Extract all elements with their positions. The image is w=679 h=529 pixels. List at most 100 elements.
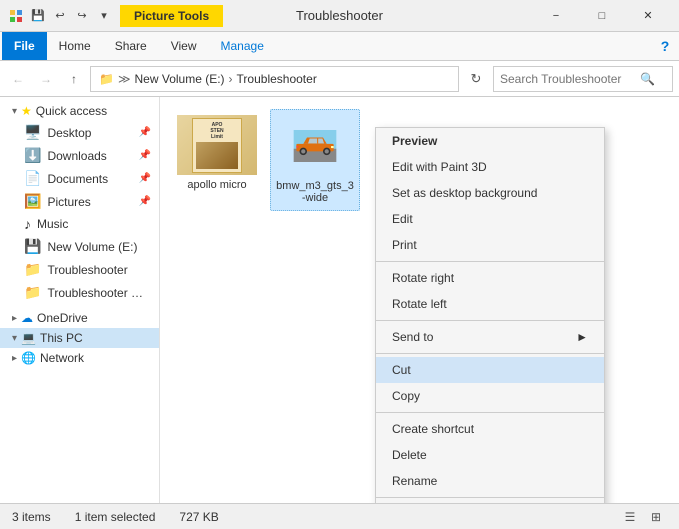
ctx-edit-paint3d[interactable]: Edit with Paint 3D	[376, 154, 604, 180]
back-button[interactable]: ←	[6, 67, 30, 91]
path-separator1: ≫	[118, 72, 131, 86]
ctx-rename-label: Rename	[392, 474, 437, 488]
undo-icon[interactable]: ↩	[52, 8, 68, 24]
title-bar-icons: 💾 ↩ ↪ ▾	[8, 8, 112, 24]
ctx-divider5	[376, 497, 604, 498]
sidebar-item-troubleshooter[interactable]: 📁 Troubleshooter	[0, 258, 159, 281]
ctx-send-to[interactable]: Send to ►	[376, 324, 604, 350]
ctx-send-to-label: Send to	[392, 330, 433, 344]
close-button[interactable]: ✕	[625, 0, 671, 32]
sidebar-downloads-label: Downloads	[47, 149, 106, 163]
refresh-button[interactable]: ↻	[463, 66, 489, 92]
redo-icon[interactable]: ↪	[74, 8, 90, 24]
ctx-divider4	[376, 412, 604, 413]
dropdown-icon[interactable]: ▾	[96, 8, 112, 24]
ribbon-tabs: File Home Share View Manage ?	[0, 32, 679, 60]
ctx-rotate-left[interactable]: Rotate left	[376, 291, 604, 317]
path-folder-icon: 📁	[99, 72, 114, 86]
ctx-preview[interactable]: Preview	[376, 128, 604, 154]
sidebar-pictures-label: Pictures	[47, 195, 90, 209]
ctx-delete[interactable]: Delete	[376, 442, 604, 468]
pin-icon2: 📌	[139, 150, 151, 161]
sidebar-documents-label: Documents	[47, 172, 108, 186]
maximize-button[interactable]: □	[579, 0, 625, 32]
ctx-rotate-right[interactable]: Rotate right	[376, 265, 604, 291]
sidebar-item-desktop[interactable]: 🖥️ Desktop 📌	[0, 121, 159, 144]
folder-icon: 📁	[24, 261, 41, 278]
sidebar-quick-access[interactable]: ▾ ★ Quick access	[0, 101, 159, 121]
ctx-copy[interactable]: Copy	[376, 383, 604, 409]
save-icon[interactable]: 💾	[30, 8, 46, 24]
ctx-divider2	[376, 320, 604, 321]
content-area: APOSTENLimit apollo micro	[160, 97, 679, 503]
tab-home[interactable]: Home	[47, 32, 103, 60]
tab-share[interactable]: Share	[103, 32, 159, 60]
details-view-button[interactable]: ☰	[619, 506, 641, 528]
sidebar-network[interactable]: ▸ 🌐 Network	[0, 348, 159, 368]
sidebar-item-pictures[interactable]: 🖼️ Pictures 📌	[0, 190, 159, 213]
window-icon	[8, 8, 24, 24]
ctx-properties[interactable]: Properties	[376, 501, 604, 503]
status-size: 727 KB	[179, 510, 218, 524]
file-item-bmw[interactable]: bmw_m3_gts_3-wide	[270, 109, 360, 211]
music-icon: ♪	[24, 216, 31, 232]
search-box[interactable]: 🔍	[493, 66, 673, 92]
sidebar-desktop-label: Desktop	[47, 126, 91, 140]
sidebar-thispc-label: This PC	[40, 331, 83, 345]
title-bar: 💾 ↩ ↪ ▾ Picture Tools Troubleshooter − □…	[0, 0, 679, 32]
folder-icon2: 📁	[24, 284, 41, 301]
sidebar-troubleshooter-wo-label: Troubleshooter Wo...	[47, 286, 151, 300]
tab-manage[interactable]: Manage	[209, 32, 276, 60]
network-icon: 🌐	[21, 351, 36, 365]
up-button[interactable]: ↑	[62, 67, 86, 91]
ctx-delete-label: Delete	[392, 448, 427, 462]
search-input[interactable]	[500, 72, 640, 86]
help-button[interactable]: ?	[651, 32, 679, 60]
ctx-preview-label: Preview	[392, 134, 437, 148]
ribbon: File Home Share View Manage ?	[0, 32, 679, 61]
sidebar-troubleshooter-label: Troubleshooter	[47, 263, 127, 277]
ctx-print[interactable]: Print	[376, 232, 604, 258]
ctx-rotate-right-label: Rotate right	[392, 271, 454, 285]
ctx-create-shortcut[interactable]: Create shortcut	[376, 416, 604, 442]
sidebar-music-label: Music	[37, 217, 68, 231]
picture-tools-tab[interactable]: Picture Tools	[120, 5, 223, 27]
ctx-cut[interactable]: Cut	[376, 357, 604, 383]
ctx-rotate-left-label: Rotate left	[392, 297, 447, 311]
pin-icon4: 📌	[139, 196, 151, 207]
tab-file[interactable]: File	[2, 32, 47, 60]
file-name-bmw: bmw_m3_gts_3-wide	[275, 180, 355, 204]
forward-button[interactable]: →	[34, 67, 58, 91]
search-icon: 🔍	[640, 72, 655, 86]
ctx-rename[interactable]: Rename	[376, 468, 604, 494]
status-view-controls: ☰ ⊞	[619, 506, 667, 528]
minimize-button[interactable]: −	[533, 0, 579, 32]
ctx-cut-label: Cut	[392, 363, 411, 377]
sidebar-item-downloads[interactable]: ⬇️ Downloads 📌	[0, 144, 159, 167]
file-item-apollo[interactable]: APOSTENLimit apollo micro	[172, 109, 262, 197]
sidebar-onedrive-label: OneDrive	[37, 311, 88, 325]
sidebar-item-music[interactable]: ♪ Music	[0, 213, 159, 235]
sidebar: ▾ ★ Quick access 🖥️ Desktop 📌 ⬇️ Downloa…	[0, 97, 160, 503]
sidebar-item-newvolume[interactable]: 💾 New Volume (E:)	[0, 235, 159, 258]
tab-view[interactable]: View	[159, 32, 209, 60]
tiles-view-button[interactable]: ⊞	[645, 506, 667, 528]
pin-icon: 📌	[139, 127, 151, 138]
ctx-create-shortcut-label: Create shortcut	[392, 422, 474, 436]
ctx-divider1	[376, 261, 604, 262]
sidebar-item-troubleshooter-wo[interactable]: 📁 Troubleshooter Wo...	[0, 281, 159, 304]
ctx-edit[interactable]: Edit	[376, 206, 604, 232]
file-name-apollo: apollo micro	[187, 179, 246, 191]
ctx-copy-label: Copy	[392, 389, 420, 403]
apollo-book: APOSTENLimit	[192, 118, 242, 173]
sidebar-item-documents[interactable]: 📄 Documents 📌	[0, 167, 159, 190]
chevron-down-icon: ▾	[12, 106, 17, 117]
documents-icon: 📄	[24, 170, 41, 187]
address-path[interactable]: 📁 ≫ New Volume (E:) › Troubleshooter	[90, 66, 459, 92]
drive-icon: 💾	[24, 238, 41, 255]
ctx-set-desktop-bg[interactable]: Set as desktop background	[376, 180, 604, 206]
sidebar-thispc[interactable]: ▾ 💻 This PC	[0, 328, 159, 348]
file-thumb-bmw	[275, 116, 355, 176]
sidebar-onedrive[interactable]: ▸ ☁ OneDrive	[0, 308, 159, 328]
star-icon: ★	[21, 104, 32, 118]
